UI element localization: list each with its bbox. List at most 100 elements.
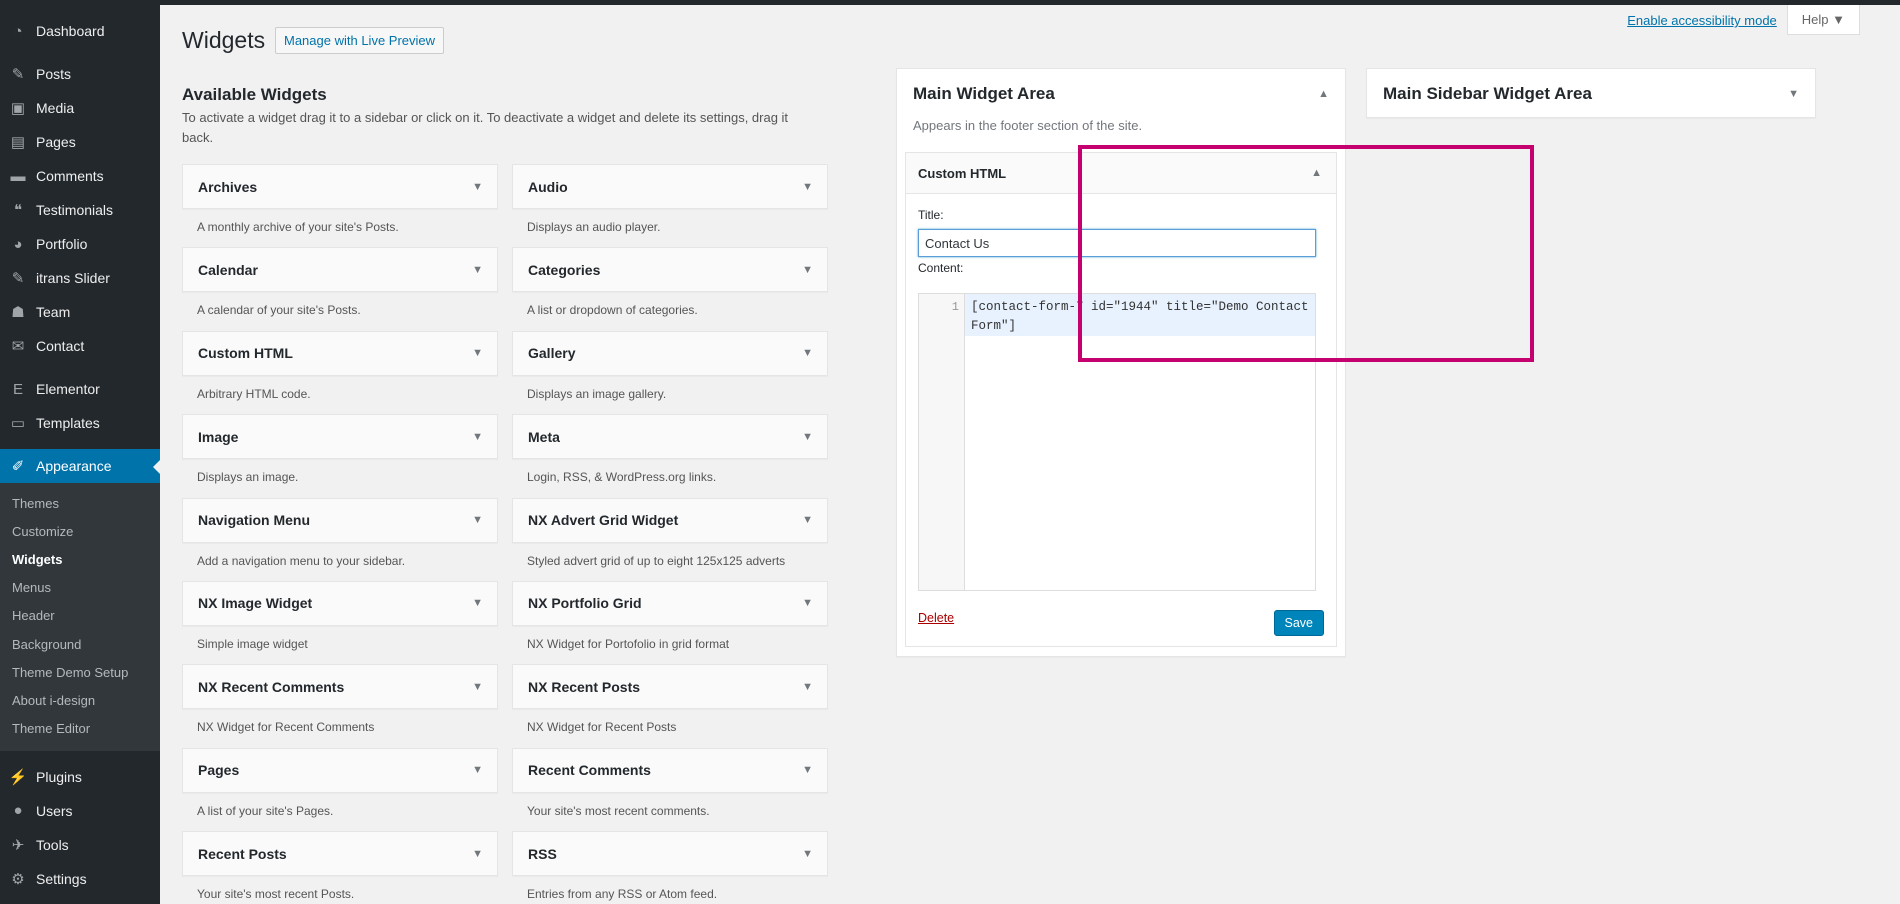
widget-description: Displays an image gallery. xyxy=(527,386,667,401)
save-button[interactable]: Save xyxy=(1273,610,1324,636)
widget-title-bar[interactable]: Meta ▼ xyxy=(512,414,828,460)
widget-title-bar[interactable]: Categories ▼ xyxy=(512,247,828,293)
widget-title-bar[interactable]: Recent Posts ▼ xyxy=(182,831,498,877)
menu-item-label: Tools xyxy=(36,836,69,853)
menu-item-comments[interactable]: ▬ Comments xyxy=(0,159,160,193)
menu-item-portfolio[interactable]: ◕ Portfolio xyxy=(0,227,160,261)
code-line[interactable]: [contact-form-7 id="1944" title="Demo Co… xyxy=(965,294,1315,336)
menu-item-pages[interactable]: ▤ Pages xyxy=(0,125,160,159)
widget-description: A list or dropdown of categories. xyxy=(527,303,698,318)
submenu-item-themes[interactable]: Themes xyxy=(0,489,160,517)
menu-item-label: Portfolio xyxy=(36,236,88,252)
widget-calendar: Calendar ▼ A calendar of your site's Posts… xyxy=(182,247,498,330)
menu-item-label: Settings xyxy=(36,870,87,887)
widget-title-bar[interactable]: Audio ▼ xyxy=(512,164,828,209)
expand-arrow-icon[interactable]: ▼ xyxy=(802,597,813,609)
menu-item-users[interactable]: ● Users xyxy=(0,794,160,828)
submenu-item-header[interactable]: Header xyxy=(0,602,160,630)
expand-arrow-icon[interactable]: ▼ xyxy=(472,848,483,860)
custom-html-widget: Custom HTML ▲ Title: Content: 1 [contact… xyxy=(905,152,1337,647)
menu-item-appearance[interactable]: ✐ Appearance xyxy=(0,449,160,483)
code-editor[interactable]: 1 [contact-form-7 id="1944" title="Demo … xyxy=(918,293,1316,591)
submenu-item-customize[interactable]: Customize xyxy=(0,517,160,545)
submenu-item-about-i-design[interactable]: About i-design xyxy=(0,686,160,714)
widget-name: Audio xyxy=(528,178,568,195)
pin-icon: ✎ xyxy=(11,270,25,287)
custom-html-widget-header[interactable]: Custom HTML ▲ xyxy=(906,153,1336,194)
expand-arrow-icon[interactable]: ▼ xyxy=(1788,88,1799,100)
expand-arrow-icon[interactable]: ▼ xyxy=(472,264,483,276)
menu-item-team[interactable]: ☗ Team xyxy=(0,295,160,329)
menu-item-itrans-slider[interactable]: ✎ itrans Slider xyxy=(0,261,160,295)
expand-arrow-icon[interactable]: ▼ xyxy=(802,264,813,276)
page-title: Widgets xyxy=(182,27,266,53)
main-sidebar-widget-area-header[interactable]: Main Sidebar Widget Area ▼ xyxy=(1367,69,1815,119)
widget-title-bar[interactable]: NX Recent Comments ▼ xyxy=(182,664,498,710)
submenu-item-widgets[interactable]: Widgets xyxy=(0,545,160,573)
widget-title-bar[interactable]: Pages ▼ xyxy=(182,747,498,793)
help-tab-button[interactable]: Help ▼ xyxy=(1786,5,1860,35)
menu-item-elementor[interactable]: E Elementor xyxy=(0,372,160,406)
plugin-icon: ⚡ xyxy=(8,768,28,786)
widget-description: Displays an image. xyxy=(197,470,299,485)
widget-title-bar[interactable]: NX Advert Grid Widget ▼ xyxy=(512,497,828,543)
submenu-item-theme-demo-setup[interactable]: Theme Demo Setup xyxy=(0,658,160,686)
main-widget-area-header[interactable]: Main Widget Area ▲ xyxy=(897,69,1345,119)
menu-item-contact[interactable]: ✉ Contact xyxy=(0,329,160,363)
widget-title-bar[interactable]: NX Portfolio Grid ▼ xyxy=(512,580,828,626)
widget-title-bar[interactable]: NX Recent Posts ▼ xyxy=(512,664,828,710)
menu-item-label: Elementor xyxy=(36,381,100,397)
expand-arrow-icon[interactable]: ▼ xyxy=(802,514,813,526)
widget-navigation-menu: Navigation Menu ▼ Add a navigation menu to… xyxy=(182,497,498,581)
submenu-item-theme-editor[interactable]: Theme Editor xyxy=(0,715,160,743)
expand-arrow-icon[interactable]: ▼ xyxy=(802,431,813,443)
expand-arrow-icon[interactable]: ▼ xyxy=(472,764,483,776)
menu-item-label: Templates xyxy=(36,415,100,431)
widget-title-bar[interactable]: Custom HTML ▼ xyxy=(182,330,498,376)
widget-title-bar[interactable]: Navigation Menu ▼ xyxy=(182,497,498,543)
menu-item-settings[interactable]: ⚙ Settings xyxy=(0,862,160,896)
submenu-item-menus[interactable]: Menus xyxy=(0,574,160,602)
collapse-arrow-icon[interactable]: ▲ xyxy=(1311,167,1322,179)
widget-title-bar[interactable]: NX Image Widget ▼ xyxy=(182,580,498,626)
line-number: 1 xyxy=(919,294,965,590)
team-icon: ☗ xyxy=(11,304,25,321)
accessibility-mode-link[interactable]: Enable accessibility mode xyxy=(1627,13,1777,28)
widget-title-input[interactable] xyxy=(918,229,1316,257)
widget-title-bar[interactable]: Image ▼ xyxy=(182,414,498,460)
expand-arrow-icon[interactable]: ▼ xyxy=(802,347,813,359)
submenu-item-background[interactable]: Background xyxy=(0,630,160,658)
collapse-arrow-icon[interactable]: ▲ xyxy=(1318,88,1329,100)
widget-title-bar[interactable]: Recent Comments ▼ xyxy=(512,747,828,793)
expand-arrow-icon[interactable]: ▼ xyxy=(802,681,813,693)
menu-item-dashboard[interactable]: ◔ Dashboard xyxy=(0,14,160,48)
menu-item-testimonials[interactable]: ❝ Testimonials xyxy=(0,193,160,227)
expand-arrow-icon[interactable]: ▼ xyxy=(472,347,483,359)
expand-arrow-icon[interactable]: ▼ xyxy=(472,514,483,526)
widget-name: Gallery xyxy=(528,345,576,362)
widget-name: Custom HTML xyxy=(198,345,293,362)
expand-arrow-icon[interactable]: ▼ xyxy=(472,681,483,693)
expand-arrow-icon[interactable]: ▼ xyxy=(802,181,813,193)
widget-title-bar[interactable]: Gallery ▼ xyxy=(512,330,828,376)
widget-description: Simple image widget xyxy=(197,636,308,651)
menu-item-templates[interactable]: ▭ Templates xyxy=(0,406,160,440)
expand-arrow-icon[interactable]: ▼ xyxy=(472,431,483,443)
expand-arrow-icon[interactable]: ▼ xyxy=(472,181,483,193)
menu-item-label: Posts xyxy=(36,66,72,82)
widget-title-bar[interactable]: Archives ▼ xyxy=(182,164,498,209)
main-widget-area-title: Main Widget Area xyxy=(913,84,1055,103)
menu-item-posts[interactable]: ✎ Posts xyxy=(0,57,160,91)
delete-link[interactable]: Delete xyxy=(918,611,954,625)
expand-arrow-icon[interactable]: ▼ xyxy=(802,764,813,776)
menu-item-tools[interactable]: ✈ Tools xyxy=(0,828,160,862)
widget-title-bar[interactable]: Calendar ▼ xyxy=(182,247,498,293)
live-preview-button[interactable]: Manage with Live Preview xyxy=(275,27,445,54)
widget-name: Recent Posts xyxy=(198,845,287,862)
widget-title-bar[interactable]: RSS ▼ xyxy=(512,831,828,877)
menu-item-media[interactable]: ▣ Media xyxy=(0,91,160,125)
widget-description: Arbitrary HTML code. xyxy=(197,386,311,401)
menu-item-plugins[interactable]: ⚡ Plugins xyxy=(0,760,160,794)
expand-arrow-icon[interactable]: ▼ xyxy=(802,848,813,860)
expand-arrow-icon[interactable]: ▼ xyxy=(472,597,483,609)
